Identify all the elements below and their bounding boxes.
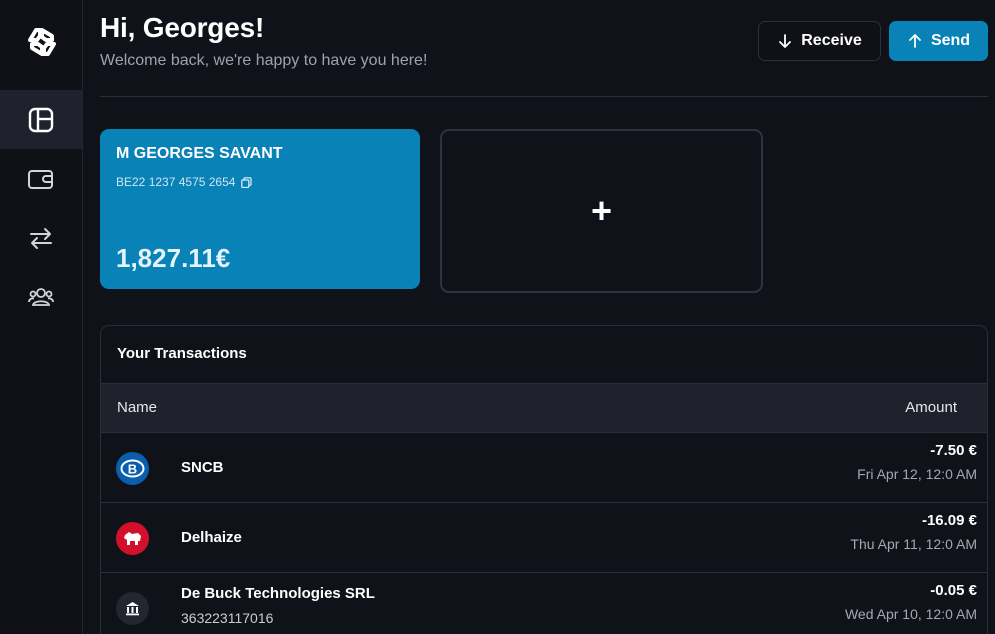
copy-icon[interactable]: [241, 176, 253, 188]
sidebar-item-wallet[interactable]: [0, 149, 82, 208]
transaction-name: Delhaize: [181, 529, 242, 546]
sidebar-item-dashboard[interactable]: [0, 90, 82, 149]
sidebar-item-transfers[interactable]: [0, 208, 82, 267]
users-icon: [28, 287, 54, 306]
table-row[interactable]: B SNCB -7.50 € Fri Apr 12, 12:0 AM: [101, 433, 987, 503]
transactions-header: Name Amount: [101, 383, 987, 433]
arrow-down-icon: [779, 34, 792, 48]
account-card[interactable]: M GEORGES SAVANT BE22 1237 4575 2654 1,8…: [100, 129, 420, 289]
transaction-date: Thu Apr 11, 12:0 AM: [850, 536, 977, 552]
transaction-account-number: 363223117016: [181, 610, 274, 626]
bank-icon: [116, 592, 149, 625]
sidebar-item-contacts[interactable]: [0, 267, 82, 326]
transaction-date: Fri Apr 12, 12:0 AM: [857, 466, 977, 482]
table-row[interactable]: Delhaize -16.09 € Thu Apr 11, 12:0 AM: [101, 503, 987, 573]
transactions-panel: Your Transactions Name Amount B SNCB -7.…: [100, 325, 988, 634]
column-header-name: Name: [117, 399, 158, 416]
column-header-amount: Amount: [905, 399, 957, 416]
account-balance: 1,827.11€: [116, 243, 231, 273]
transactions-title: Your Transactions: [117, 345, 247, 362]
add-account-button[interactable]: +: [440, 129, 763, 293]
send-button-label: Send: [930, 32, 971, 49]
arrow-up-icon: [909, 34, 921, 48]
page-subtitle: Welcome back, we're happy to have you he…: [100, 52, 428, 69]
transfer-arrows-icon: [30, 227, 52, 249]
plus-icon: +: [590, 190, 613, 231]
account-iban: BE22 1237 4575 2654: [116, 175, 236, 189]
table-row[interactable]: De Buck Technologies SRL 363223117016 -0…: [101, 573, 987, 634]
send-button[interactable]: Send: [889, 21, 988, 61]
sidebar: [0, 0, 83, 634]
svg-text:B: B: [128, 462, 137, 477]
transaction-date: Wed Apr 10, 12:0 AM: [844, 606, 977, 622]
transaction-amount: -7.50 €: [930, 442, 977, 459]
sncb-logo-icon: B: [116, 452, 149, 485]
account-holder: M GEORGES SAVANT: [116, 145, 283, 162]
delhaize-logo-icon: [116, 522, 149, 555]
receive-button[interactable]: Receive: [758, 21, 881, 61]
transaction-name: SNCB: [181, 459, 224, 476]
page-title: Hi, Georges!: [100, 12, 265, 43]
account-iban-row: BE22 1237 4575 2654: [116, 175, 253, 189]
exchange-logo-icon[interactable]: [27, 27, 57, 57]
dashboard-icon: [28, 107, 54, 132]
header-divider: [100, 96, 988, 97]
transaction-amount: -0.05 €: [930, 582, 977, 599]
wallet-icon: [28, 169, 53, 189]
transaction-amount: -16.09 €: [921, 512, 977, 529]
transaction-name: De Buck Technologies SRL: [181, 585, 375, 602]
receive-button-label: Receive: [801, 32, 862, 49]
